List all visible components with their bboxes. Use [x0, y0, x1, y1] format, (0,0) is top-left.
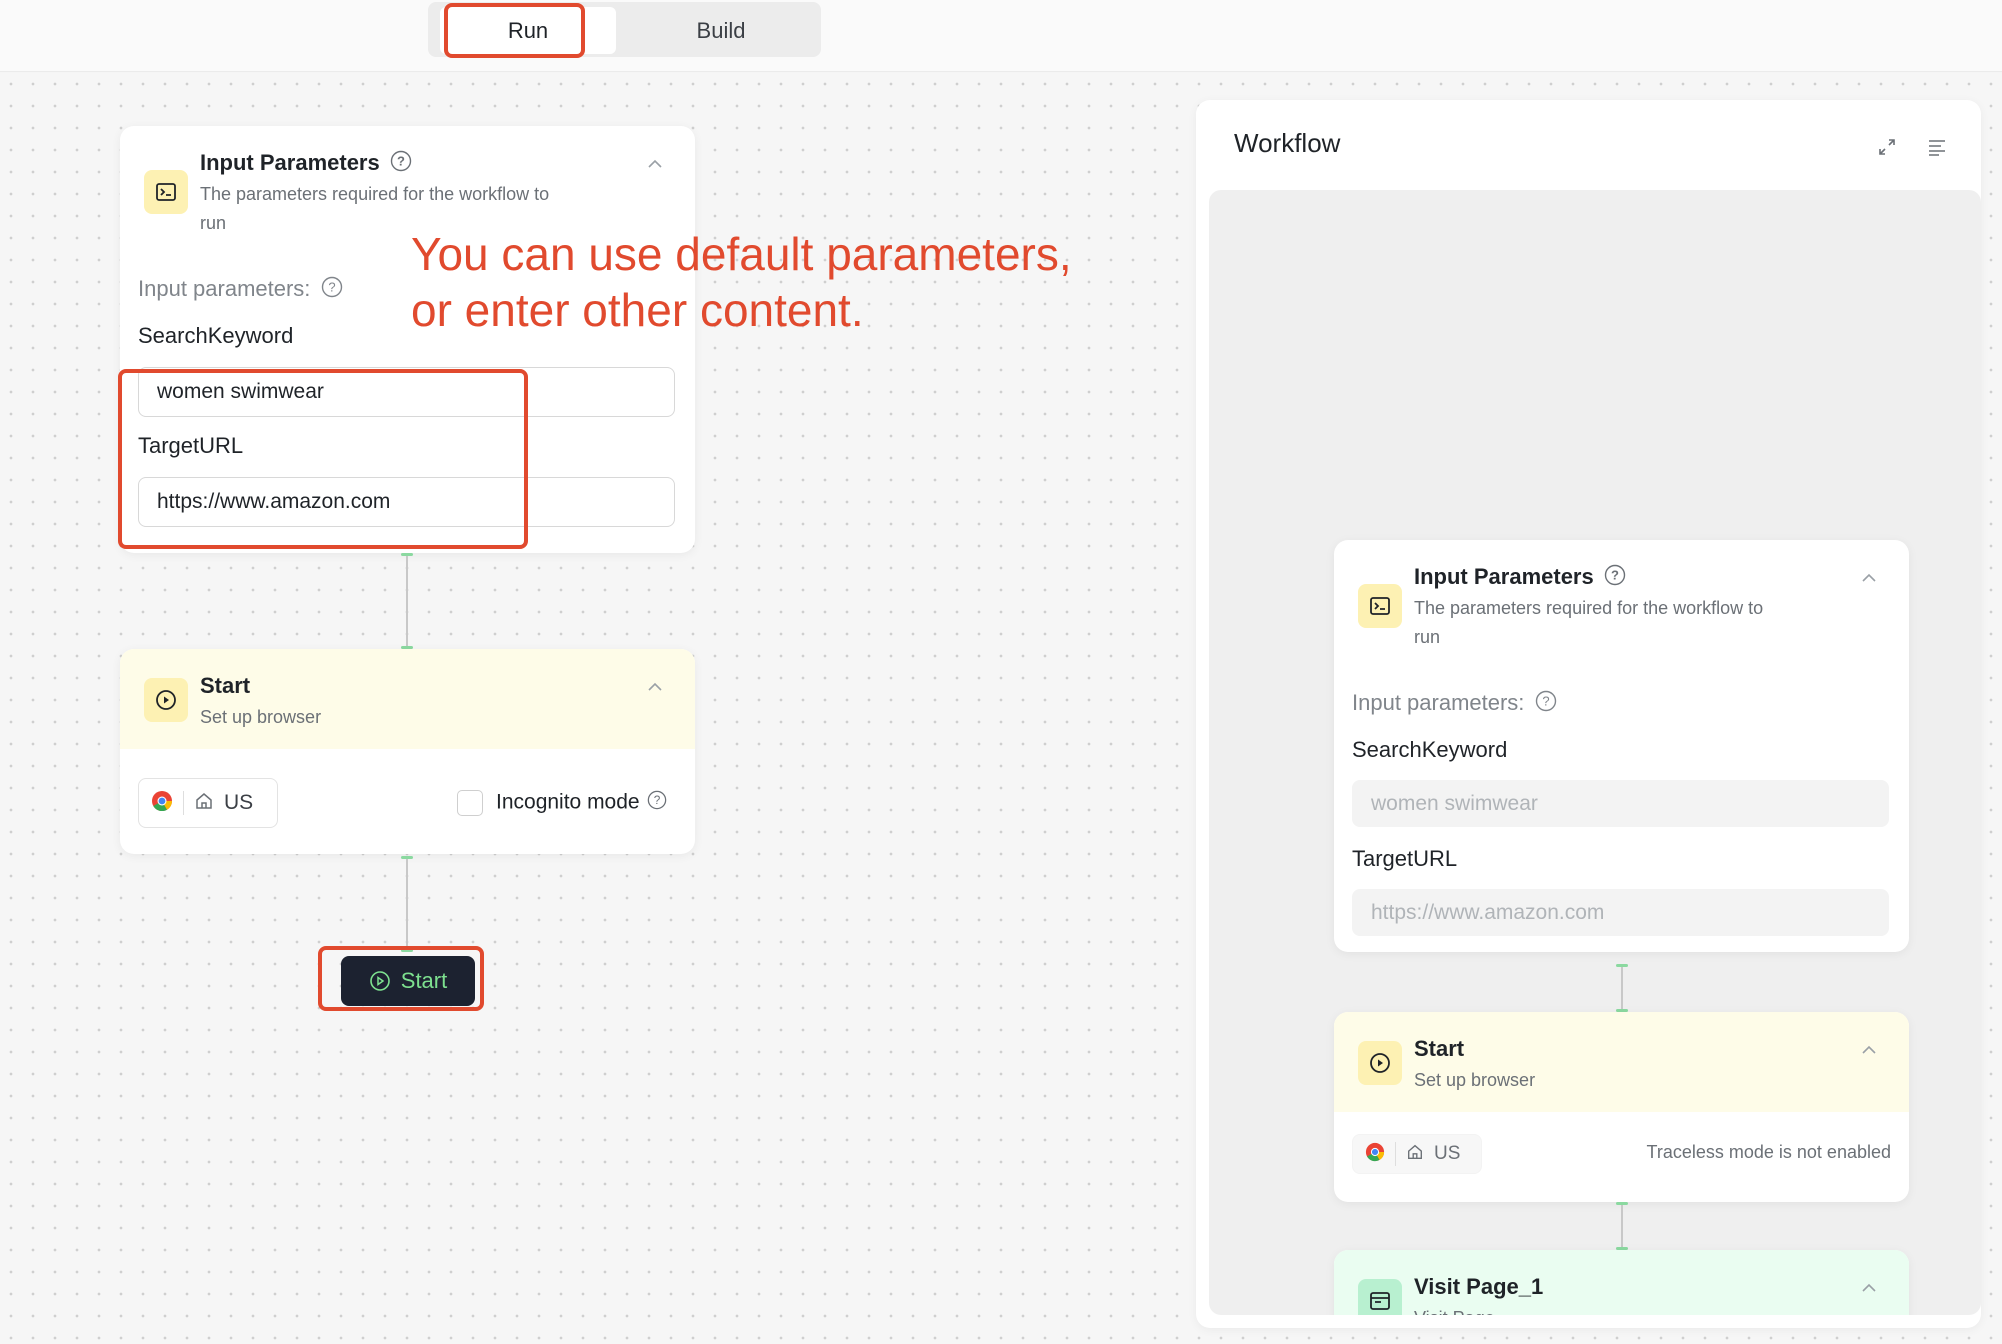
target-url-input: https://www.amazon.com	[1352, 889, 1889, 936]
start-node-header	[120, 649, 695, 749]
chevron-up-icon[interactable]	[1859, 568, 1879, 588]
input-parameters-label: Input parameters: ?	[138, 276, 343, 304]
terminal-icon	[144, 170, 188, 214]
annotation-text: You can use default parameters, or enter…	[411, 228, 1072, 336]
play-circle-icon	[369, 971, 390, 991]
start-node-header	[1334, 1012, 1909, 1112]
divider	[1395, 1142, 1396, 1166]
node-title: Input Parameters ?	[200, 150, 412, 178]
search-keyword-label: SearchKeyword	[138, 323, 294, 348]
expand-icon[interactable]	[1876, 136, 1898, 163]
connector	[401, 553, 413, 649]
target-url-input[interactable]: https://www.amazon.com	[138, 477, 675, 527]
chevron-up-icon[interactable]	[1859, 1278, 1879, 1298]
divider	[183, 791, 184, 815]
chrome-icon	[1365, 1142, 1385, 1167]
visit-page-node: Visit Page_1 Visit Page	[1334, 1250, 1909, 1315]
input-parameters-label: Input parameters: ?	[1352, 690, 1557, 718]
svg-text:?: ?	[1542, 694, 1549, 709]
chevron-up-icon[interactable]	[1859, 1040, 1879, 1060]
panel-title: Workflow	[1234, 128, 1341, 158]
help-icon[interactable]: ?	[321, 276, 343, 304]
browser-settings-chip: US	[1352, 1134, 1482, 1174]
help-icon[interactable]: ?	[1535, 690, 1557, 718]
node-title: Start	[1414, 1036, 1465, 1061]
search-keyword-label: SearchKeyword	[1352, 737, 1508, 762]
incognito-label: Incognito mode ?	[496, 790, 667, 816]
traceless-status: Traceless mode is not enabled	[1646, 1142, 1891, 1162]
input-parameters-node: Input Parameters ? The parameters requir…	[120, 126, 695, 553]
start-button[interactable]: Start	[341, 956, 475, 1006]
node-description: Set up browser	[200, 707, 322, 727]
region-label: US	[224, 791, 254, 814]
workflow-panel: Workflow Input Parameters ? The paramete…	[1196, 100, 1981, 1328]
home-icon	[1406, 1143, 1424, 1166]
svg-text:?: ?	[1611, 568, 1619, 583]
target-url-label: TargetURL	[1352, 846, 1458, 871]
connector	[1616, 964, 1628, 1012]
mode-tabs: Run Build	[428, 2, 821, 57]
chrome-icon	[151, 790, 173, 817]
connector	[1616, 1202, 1628, 1250]
node-title: Start	[200, 673, 251, 698]
help-icon[interactable]: ?	[390, 150, 412, 178]
node-description: The parameters required for the workflow…	[1414, 598, 1764, 647]
node-title: Input Parameters ?	[1414, 564, 1626, 592]
help-icon[interactable]: ?	[1604, 564, 1626, 592]
home-icon	[194, 791, 214, 816]
region-label: US	[1434, 1143, 1461, 1164]
top-bar: Run Build	[0, 0, 2002, 72]
connector	[401, 856, 413, 952]
play-circle-icon	[144, 678, 188, 722]
tab-build[interactable]: Build	[633, 7, 809, 54]
svg-text:?: ?	[397, 154, 405, 169]
search-keyword-input[interactable]: women swimwear	[138, 367, 675, 417]
play-circle-icon	[1358, 1041, 1402, 1085]
browser-window-icon	[1358, 1279, 1402, 1315]
node-description: Set up browser	[1414, 1070, 1536, 1090]
help-icon[interactable]: ?	[647, 790, 667, 816]
target-url-label: TargetURL	[138, 433, 244, 458]
input-parameters-node: Input Parameters ? The parameters requir…	[1334, 540, 1909, 952]
start-node: Start Set up browser US Traceless mode i…	[1334, 1012, 1909, 1202]
start-node: Start Set up browser US Incognito mode ?	[120, 649, 695, 854]
node-description: Visit Page	[1414, 1304, 1495, 1315]
incognito-checkbox[interactable]	[457, 790, 483, 816]
svg-text:?: ?	[328, 280, 335, 295]
chevron-up-icon[interactable]	[645, 677, 665, 697]
svg-text:?: ?	[654, 793, 661, 807]
search-keyword-input: women swimwear	[1352, 780, 1889, 827]
terminal-icon	[1358, 584, 1402, 628]
tab-run[interactable]: Run	[440, 7, 616, 54]
node-title: Visit Page_1	[1414, 1274, 1544, 1299]
chevron-up-icon[interactable]	[645, 154, 665, 174]
browser-settings-chip[interactable]: US	[138, 778, 278, 828]
workflow-preview[interactable]: Input Parameters ? The parameters requir…	[1209, 190, 1981, 1315]
menu-icon[interactable]	[1926, 136, 1948, 163]
